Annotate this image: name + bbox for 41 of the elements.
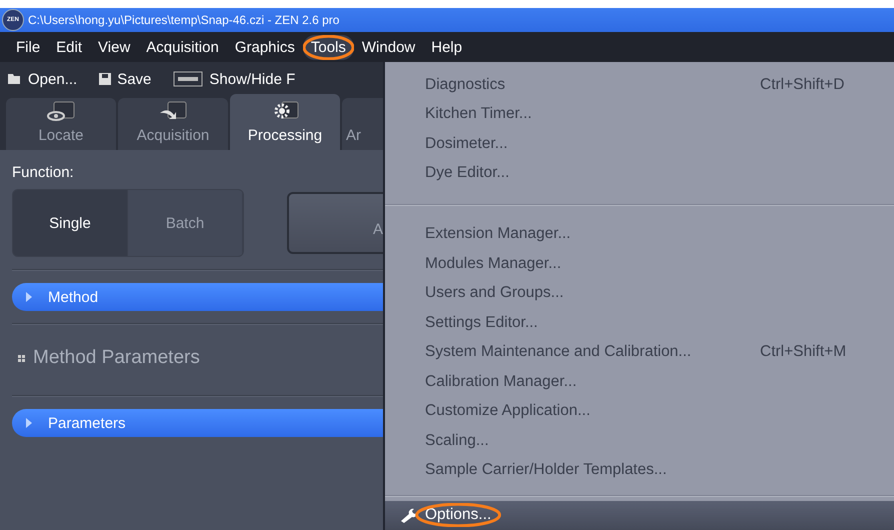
menu-item[interactable]: Help	[423, 34, 470, 60]
menu-item[interactable]: View	[90, 34, 138, 60]
toolbar-button[interactable]: Show/Hide F	[173, 70, 296, 88]
menu-item[interactable]: Graphics	[226, 34, 303, 60]
grip-icon	[18, 354, 25, 362]
menu-option[interactable]: Options...	[385, 500, 894, 530]
shortcut-text: Ctrl+Shift+M	[760, 343, 846, 362]
window-title: C:\Users\hong.yu\Pictures\temp\Snap-46.czi - ZEN 2.6 pro	[28, 13, 340, 27]
menu-option[interactable]: Users and Groups...	[385, 278, 894, 308]
menu-option[interactable]: Kitchen Timer...	[385, 99, 894, 129]
menu-option[interactable]: Extension Manager...	[385, 220, 894, 250]
menu-option[interactable]: Dosimeter...	[385, 128, 894, 158]
save-icon	[99, 73, 112, 85]
menu-option[interactable]: Scaling...	[385, 426, 894, 456]
menu-item[interactable]: Acquisition	[138, 34, 227, 60]
menu-item[interactable]: Window	[354, 34, 424, 60]
menu-option[interactable]: Customize Application...	[385, 396, 894, 426]
menu-option[interactable]: Diagnostics Ctrl+Shift+D	[385, 70, 894, 100]
wrench-icon	[399, 507, 417, 524]
menu-option[interactable]: Calibration Manager...	[385, 366, 894, 396]
tab[interactable]: Acquisition	[118, 98, 228, 150]
shortcut-text: Ctrl+Shift+D	[760, 76, 844, 94]
menu-option[interactable]: System Maintenance and Calibration... Ctrl+Shift+M	[385, 337, 894, 367]
tab[interactable]: Processing	[230, 94, 340, 150]
mode-button[interactable]: Batch	[128, 190, 243, 256]
menu-item[interactable]: Edit	[48, 34, 90, 60]
toolbar-button[interactable]: Save	[99, 70, 152, 88]
toolbar-button[interactable]: Open...	[8, 70, 78, 88]
folder-icon	[8, 73, 22, 85]
tab[interactable]: Locate	[6, 98, 116, 150]
mode-button[interactable]: Single	[13, 190, 128, 256]
menu-item[interactable]: Tools	[302, 34, 354, 60]
menu-option[interactable]: Modules Manager...	[385, 249, 894, 279]
menu-option[interactable]: Dye Editor...	[385, 158, 894, 188]
eye-icon	[46, 101, 76, 123]
menu-item[interactable]: File	[8, 34, 48, 60]
section-heading: Method Parameters	[33, 347, 200, 369]
ruler-icon	[173, 71, 204, 87]
function-label: Function:	[12, 164, 74, 181]
menu-option[interactable]: Settings Editor...	[385, 308, 894, 338]
menu-option[interactable]: Sample Carrier/Holder Templates...	[385, 455, 894, 485]
